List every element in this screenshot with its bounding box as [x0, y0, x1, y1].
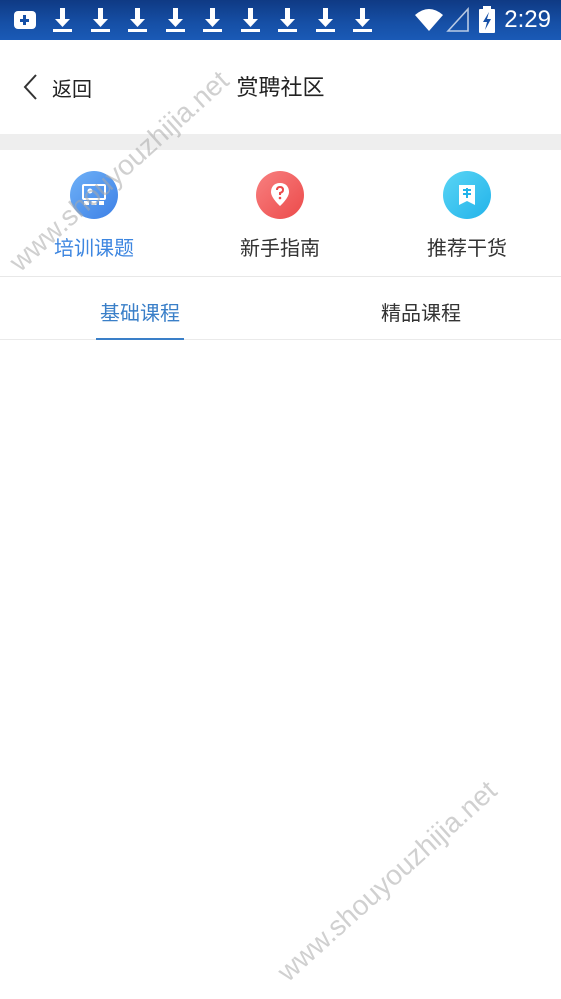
download-icon — [203, 8, 222, 32]
download-icon — [90, 8, 110, 32]
category-guide-label: 新手指南 — [240, 236, 320, 260]
question-icon — [256, 171, 304, 219]
download-icon — [278, 8, 297, 32]
category-guide[interactable]: 新手指南 — [200, 171, 360, 261]
status-bar: 2:29 — [0, 0, 561, 40]
tab-basic-courses-label: 基础课程 — [100, 301, 180, 325]
battery-charging-icon — [479, 6, 496, 33]
course-tabs: 基础课程 精品课程 — [0, 278, 561, 340]
download-icon — [353, 8, 372, 32]
download-icon — [128, 8, 147, 32]
tab-premium-courses-label: 精品课程 — [381, 301, 461, 325]
wifi-icon — [415, 9, 444, 31]
tab-basic-courses[interactable]: 基础课程 — [96, 278, 184, 340]
page-title: 赏聘社区 — [236, 76, 325, 101]
download-icon — [53, 8, 72, 32]
signal-icon — [446, 7, 470, 32]
active-tab-indicator — [96, 338, 184, 340]
category-recommend[interactable]: 推荐干货 — [387, 171, 547, 261]
status-time: 2:29 — [504, 6, 551, 33]
recommend-icon — [443, 171, 491, 219]
section-divider — [0, 134, 561, 150]
download-icon — [240, 8, 260, 32]
notification-icon — [14, 11, 36, 29]
download-icon — [315, 8, 335, 32]
header: 返回 赏聘社区 — [0, 40, 561, 134]
download-icon — [165, 8, 185, 32]
tab-premium-courses[interactable]: 精品课程 — [377, 278, 465, 340]
category-recommend-label: 推荐干货 — [427, 236, 507, 260]
course-list — [0, 341, 561, 999]
